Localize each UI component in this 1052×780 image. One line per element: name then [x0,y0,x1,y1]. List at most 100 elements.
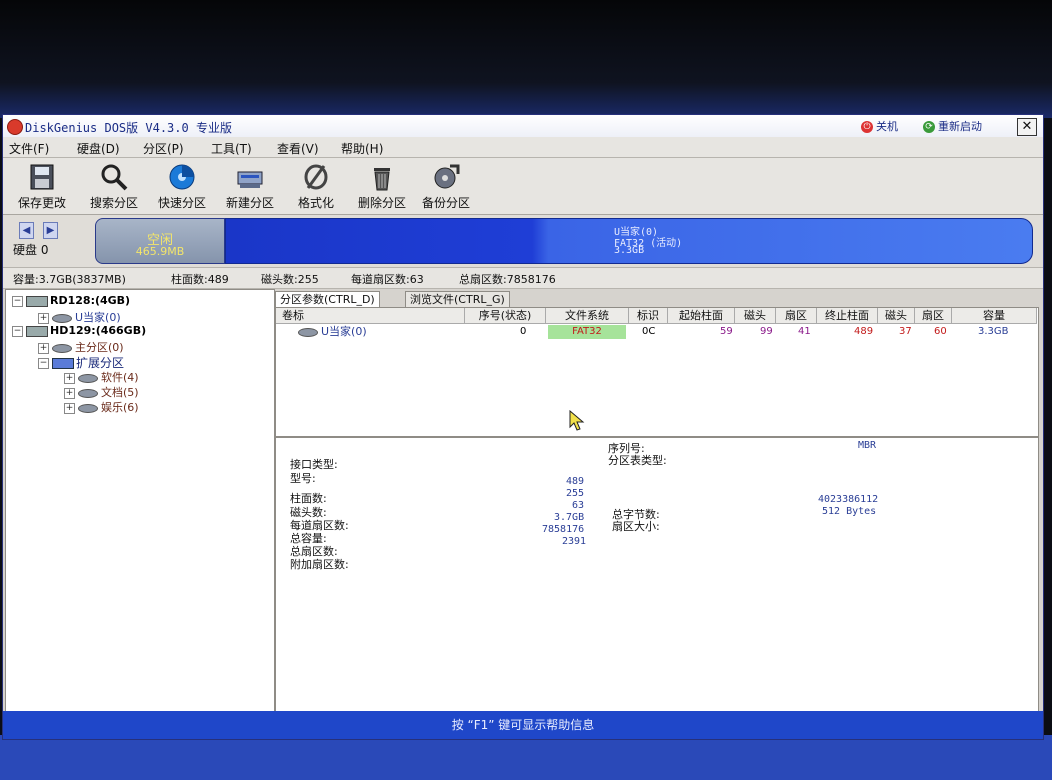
label-model: 型号: [290,472,316,485]
tree-primary-partition[interactable]: + 主分区(0) [38,339,124,355]
power-icon: ⏻ [861,121,873,133]
value-heads: 255 [566,488,585,499]
row-end-cylinder: 489 [854,326,874,337]
prev-disk-button[interactable]: ◀ [19,222,34,239]
quick-partition-icon [169,164,195,190]
col-start-cylinder[interactable]: 起始柱面 [668,308,735,324]
disk-map: ◀ ▶ 硬盘 0 空闲 465.9MB U当家(0) FAT32 (活动) 3.… [3,215,1043,267]
expand-icon[interactable]: + [64,372,75,384]
col-start-head[interactable]: 磁头 [735,308,776,324]
disk-tree: − RD128:(4GB) + U当家(0) − HD129:(466GB) + 主分区… [5,289,275,739]
partition-icon [78,373,98,383]
tree-logical-software[interactable]: + 软件(4) [64,369,139,385]
app-icon [7,119,23,135]
value-partition-table-type: MBR [858,440,877,451]
col-id[interactable]: 标识 [629,308,668,324]
close-button[interactable]: ✕ [1017,118,1037,136]
expand-icon[interactable]: + [38,312,49,324]
col-end-cylinder[interactable]: 终止柱面 [817,308,878,324]
backup-icon [434,164,460,189]
right-pane: 分区参数(CTRL_D) 浏览文件(CTRL_G) 卷标 序号(状态) 文件系统… [275,289,1041,739]
row-index: 0 [520,326,527,337]
new-partition-button[interactable]: 新建分区 [217,162,283,211]
row-size: 3.3GB [978,326,1009,337]
col-label[interactable]: 卷标 [276,308,465,324]
col-filesystem[interactable]: 文件系统 [546,308,629,324]
format-icon [304,164,328,190]
tab-browse-files[interactable]: 浏览文件(CTRL_G) [405,291,510,307]
col-end-sector[interactable]: 扇区 [915,308,952,324]
window-title: DiskGenius DOS版 V4.3.0 专业版 [25,121,232,135]
title-bar: DiskGenius DOS版 V4.3.0 专业版 ⏻ 关机 ⟳ 重新启动 ✕ [3,115,1043,137]
tree-logical-documents[interactable]: + 文档(5) [64,384,139,400]
menu-file[interactable]: 文件(F) [9,140,49,157]
col-end-head[interactable]: 磁头 [878,308,915,324]
collapse-icon[interactable]: − [12,325,23,337]
free-space-block[interactable]: 空闲 465.9MB [95,218,225,264]
tree-disk-hd129[interactable]: − HD129:(466GB) [12,324,146,337]
new-partition-icon [237,171,263,188]
label-partition-table-type: 分区表类型: [608,454,667,467]
disk-label: 硬盘 0 [13,243,49,257]
backup-partition-button[interactable]: 备份分区 [413,162,479,211]
tab-strip: 分区参数(CTRL_D) 浏览文件(CTRL_G) [275,289,1041,307]
disk-sectors-per-track: 每道扇区数:63 [351,273,424,286]
tree-logical-entertainment[interactable]: + 娱乐(6) [64,399,139,415]
row-start-sector: 41 [798,326,811,337]
partition-icon [52,343,72,353]
col-size[interactable]: 容量 [952,308,1037,324]
expand-icon[interactable]: + [64,402,75,414]
menu-disk[interactable]: 硬盘(D) [77,140,120,157]
value-sector-size: 512 Bytes [822,506,877,517]
label-sector-size: 扇区大小: [612,520,660,533]
disk-detail-panel: 接口类型: 型号: 柱面数: 磁头数: 每道扇区数: 总容量: 总扇区数: 附加… [275,437,1039,739]
menu-partition[interactable]: 分区(P) [143,140,184,157]
menu-help[interactable]: 帮助(H) [341,140,383,157]
diskgenius-window: DiskGenius DOS版 V4.3.0 专业版 ⏻ 关机 ⟳ 重新启动 ✕ 文… [2,114,1044,740]
row-end-sector: 60 [934,326,947,337]
disk-total-sectors: 总扇区数:7858176 [459,273,556,286]
partition-icon [78,403,98,413]
delete-partition-button[interactable]: 删除分区 [349,162,415,211]
save-changes-button[interactable]: 保存更改 [9,162,75,211]
extended-partition-icon [52,358,74,369]
delete-icon [374,168,390,191]
row-filesystem: FAT32 [548,325,626,339]
partition-icon [78,388,98,398]
col-index[interactable]: 序号(状态) [465,308,546,324]
disk-icon [26,295,48,307]
partition-block-size: 3.3GB [614,245,645,256]
collapse-icon[interactable]: − [38,358,49,369]
row-end-head: 37 [899,326,912,337]
tree-partition-udangjia[interactable]: + U当家(0) [38,309,121,325]
disk-heads: 磁头数:255 [261,273,319,286]
row-label: U当家(0) [298,325,367,339]
expand-icon[interactable]: + [64,387,75,399]
next-disk-button[interactable]: ▶ [43,222,58,239]
partition-block[interactable]: U当家(0) FAT32 (活动) 3.3GB [225,218,1033,264]
tree-disk-rd128[interactable]: − RD128:(4GB) [12,294,130,307]
disk-capacity: 容量:3.7GB(3837MB) [13,273,126,286]
menu-tools[interactable]: 工具(T) [211,140,252,157]
disk-icon [26,325,48,337]
restart-button[interactable]: ⟳ 重新启动 [923,118,982,134]
value-cylinders: 489 [566,476,585,487]
quick-partition-button[interactable]: 快速分区 [149,162,215,211]
save-icon [30,164,54,190]
value-total-bytes: 4023386112 [818,494,879,505]
col-start-sector[interactable]: 扇区 [776,308,817,324]
row-start-head: 99 [760,326,773,337]
value-sectors-per-track: 63 [572,500,585,511]
tab-partition-params[interactable]: 分区参数(CTRL_D) [275,291,380,307]
search-partition-button[interactable]: 搜索分区 [81,162,147,211]
collapse-icon[interactable]: − [12,295,23,307]
partition-icon [298,327,318,337]
format-button[interactable]: 格式化 [283,162,349,211]
screen-bottom [0,735,1052,780]
expand-icon[interactable]: + [38,342,49,354]
restart-icon: ⟳ [923,121,935,133]
shutdown-button[interactable]: ⏻ 关机 [861,118,898,134]
row-id: 0C [642,326,656,337]
menu-view[interactable]: 查看(V) [277,140,319,157]
menu-bar: 文件(F) 硬盘(D) 分区(P) 工具(T) 查看(V) 帮助(H) [3,137,1043,158]
